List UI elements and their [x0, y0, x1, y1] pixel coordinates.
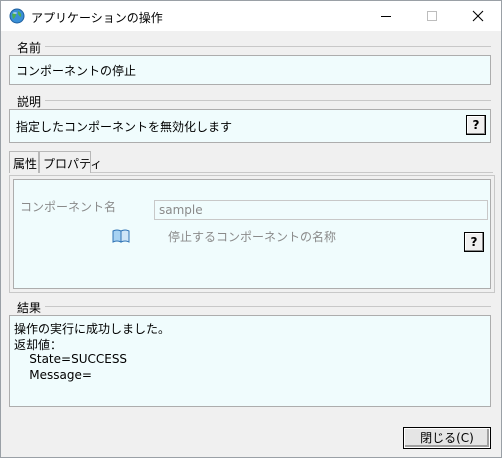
description-group-label: 説明 — [17, 95, 42, 109]
operation-name: コンポーネントの停止 — [16, 64, 137, 78]
properties-panel: コンポーネント名 停止するコンポーネントの名称 ? — [9, 175, 495, 293]
result-line: 操作の実行に成功しました。 — [14, 322, 171, 336]
operation-description: 指定したコンポーネントを無効化します — [16, 120, 233, 134]
name-group-label: 名前 — [17, 41, 42, 55]
tab-bar: 属性 プロパティ — [9, 151, 493, 173]
title-bar[interactable]: アプリケーションの操作 — [1, 1, 501, 31]
tab-properties[interactable]: プロパティ — [39, 151, 102, 173]
result-line: 返却値： — [14, 338, 63, 352]
component-name-input[interactable] — [154, 200, 488, 220]
globe-icon — [9, 8, 25, 24]
window-title: アプリケーションの操作 — [31, 11, 163, 25]
minimize-icon — [381, 16, 391, 17]
component-name-label: コンポーネント名 — [20, 200, 117, 214]
maximize-button[interactable] — [409, 1, 455, 31]
property-row: コンポーネント名 停止するコンポーネントの名称 ? — [13, 179, 491, 289]
maximize-icon — [427, 11, 437, 21]
description-panel: 指定したコンポーネントを無効化します ? — [9, 109, 491, 143]
name-panel: コンポーネントの停止 — [9, 55, 491, 85]
close-icon — [472, 10, 484, 22]
book-icon — [112, 229, 130, 243]
result-line: State=SUCCESS — [14, 352, 128, 366]
divider — [45, 46, 491, 47]
description-help-button[interactable]: ? — [466, 115, 486, 135]
tab-attributes[interactable]: 属性 — [9, 151, 39, 173]
dialog-window: アプリケーションの操作 名前 コンポーネントの停止 説明 指定したコンポーネント… — [0, 0, 502, 458]
result-line: Message= — [14, 368, 92, 382]
minimize-button[interactable] — [363, 1, 409, 31]
close-button[interactable]: 閉じる(C) — [403, 427, 491, 449]
divider — [45, 100, 491, 101]
close-window-button[interactable] — [455, 1, 501, 31]
result-panel: 操作の実行に成功しました。 返却値： State=SUCCESS Message… — [9, 315, 491, 407]
component-name-description: 停止するコンポーネントの名称 — [168, 230, 337, 244]
result-group-label: 結果 — [17, 301, 42, 315]
property-help-button[interactable]: ? — [464, 232, 484, 252]
divider — [45, 306, 491, 307]
